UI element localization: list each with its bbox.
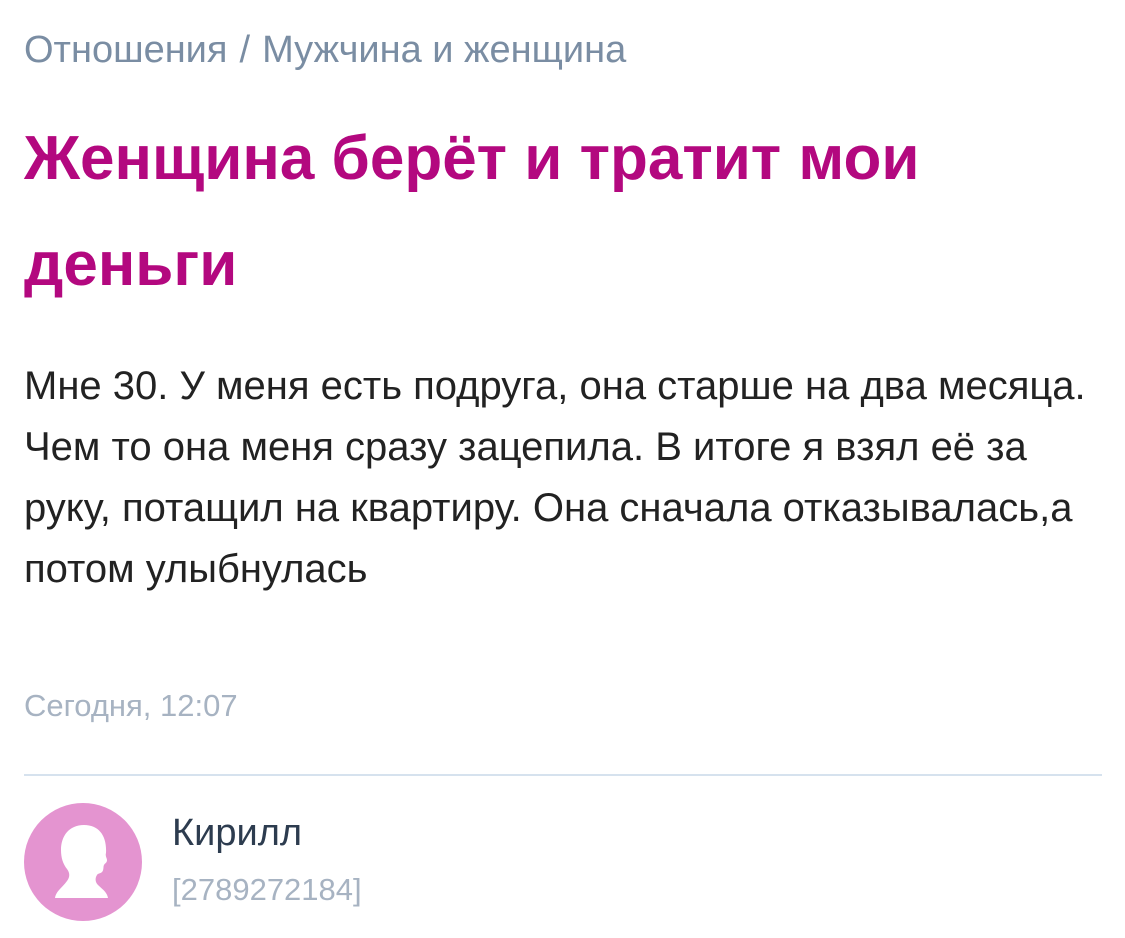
breadcrumb-separator: / — [239, 29, 251, 71]
question-body: Мне 30. У меня есть подруга, она старше … — [24, 364, 1086, 591]
author-id: [2789272184] — [172, 872, 362, 907]
breadcrumb-category-link[interactable]: Отношения — [24, 29, 228, 71]
post-timestamp: Сегодня, 12:07 — [24, 688, 238, 723]
author-name-link[interactable]: Кирилл — [172, 810, 302, 856]
breadcrumb-subcategory-link[interactable]: Мужчина и женщина — [262, 29, 626, 71]
divider — [24, 774, 1102, 776]
avatar[interactable] — [24, 803, 142, 921]
user-silhouette-icon — [55, 825, 108, 898]
breadcrumb: Отношения / Мужчина и женщина — [24, 26, 626, 74]
question-title: Женщина берёт и тратит мои деньги — [24, 124, 920, 299]
